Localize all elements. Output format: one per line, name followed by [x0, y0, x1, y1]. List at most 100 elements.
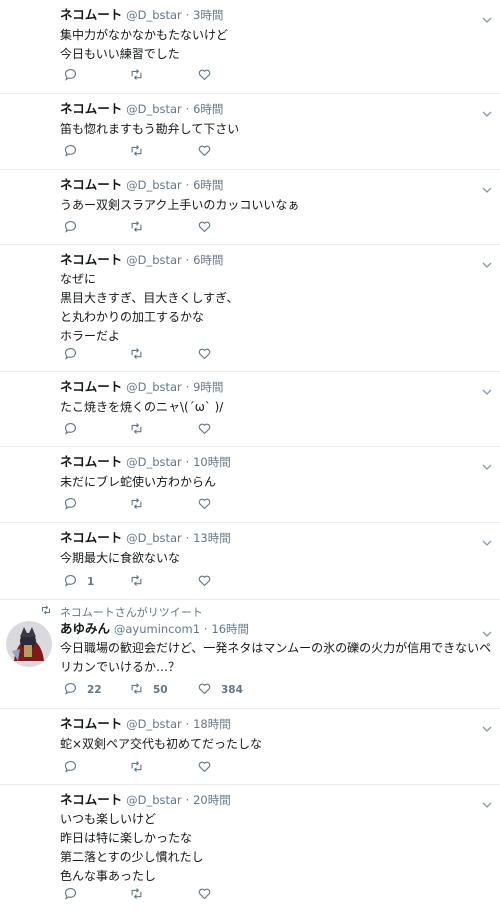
user-handle[interactable]: @D_bstar [126, 717, 182, 731]
tweet-text: うあー双剣スラアク上手いのカッコいいなぁ [60, 198, 300, 212]
separator-dot: · [185, 102, 190, 116]
retweet-button[interactable] [129, 574, 153, 590]
retweet-icon [129, 681, 144, 699]
retweet-button[interactable] [129, 144, 153, 160]
display-name[interactable]: ネコムート [60, 716, 122, 731]
chevron-down-icon[interactable] [482, 624, 492, 637]
reply-button[interactable] [63, 760, 87, 776]
timestamp[interactable]: 18時間 [193, 717, 231, 731]
display-name[interactable]: ネコムート [60, 7, 122, 22]
chevron-down-icon[interactable] [482, 104, 492, 117]
tweet-header: ネコムート @D_bstar · 18時間 [60, 715, 478, 733]
chevron-down-icon[interactable] [482, 10, 492, 23]
separator-dot: · [185, 178, 190, 192]
chevron-down-icon[interactable] [482, 533, 492, 546]
timestamp[interactable]: 16時間 [211, 622, 249, 636]
retweet-button[interactable] [129, 887, 153, 903]
reply-icon [63, 67, 78, 85]
timestamp[interactable]: 3時間 [193, 8, 223, 22]
display-name[interactable]: ネコムート [60, 792, 122, 807]
display-name[interactable]: ネコムート [60, 177, 122, 192]
reply-button[interactable] [63, 220, 87, 236]
tweet-text: 笛も惚れますもう勘弁して下さい [60, 122, 240, 136]
retweet-icon [129, 886, 144, 904]
tweet[interactable]: ネコムート @D_bstar · 6時間 うあー双剣スラアク上手いのカッコいいな… [0, 170, 500, 245]
reply-icon [63, 759, 78, 777]
like-button[interactable] [197, 574, 221, 590]
user-handle[interactable]: @D_bstar [126, 178, 182, 192]
timestamp[interactable]: 6時間 [193, 253, 223, 267]
chevron-down-icon[interactable] [482, 255, 492, 268]
chevron-down-icon[interactable] [482, 795, 492, 808]
user-handle[interactable]: @D_bstar [126, 793, 182, 807]
tweet[interactable]: ネコムート @D_bstar · 6時間 笛も惚れますもう勘弁して下さい [0, 94, 500, 170]
timestamp[interactable]: 10時間 [193, 455, 231, 469]
like-button[interactable] [197, 497, 221, 513]
like-button[interactable] [197, 422, 221, 438]
display-name[interactable]: ネコムート [60, 379, 122, 394]
display-name[interactable]: ネコムート [60, 454, 122, 469]
tweet[interactable]: ネコムート @D_bstar · 3時間 集中力がなかなかもたないけど 今日もい… [0, 0, 500, 94]
chevron-down-icon[interactable] [482, 719, 492, 732]
like-button[interactable] [197, 760, 221, 776]
user-handle[interactable]: @D_bstar [126, 531, 182, 545]
reply-button[interactable] [63, 422, 87, 438]
retweet-button[interactable] [129, 68, 153, 84]
reply-button[interactable]: 1 [63, 574, 94, 590]
tweet-text: 今期最大に食欲ないな [60, 551, 181, 565]
retweet-icon [129, 143, 144, 161]
tweet[interactable]: ネコムート @D_bstar · 10時間 未だにブレ蛇使い方わからん [0, 447, 500, 523]
separator-dot: · [185, 8, 190, 22]
timestamp[interactable]: 13時間 [193, 531, 231, 545]
like-button[interactable] [197, 68, 221, 84]
like-button[interactable] [197, 347, 221, 363]
retweet-button[interactable]: 50 [129, 682, 168, 698]
like-button[interactable] [197, 144, 221, 160]
chevron-down-icon[interactable] [482, 180, 492, 193]
retweet-context[interactable]: ネコムートさんがリツイート [40, 604, 203, 619]
avatar[interactable] [6, 621, 52, 667]
reply-button[interactable]: 22 [63, 682, 102, 698]
user-handle[interactable]: @D_bstar [126, 8, 182, 22]
chevron-down-icon[interactable] [482, 457, 492, 470]
action-bar [60, 887, 360, 903]
timestamp[interactable]: 6時間 [193, 102, 223, 116]
reply-button[interactable] [63, 347, 87, 363]
timestamp[interactable]: 6時間 [193, 178, 223, 192]
user-handle[interactable]: @D_bstar [126, 253, 182, 267]
retweet-button[interactable] [129, 760, 153, 776]
display-name[interactable]: ネコムート [60, 530, 122, 545]
user-handle[interactable]: @D_bstar [126, 380, 182, 394]
tweet[interactable]: ネコムート @D_bstar · 9時間 たこ焼きを焼くのニャ\(´ω` )/ [0, 372, 500, 447]
display-name[interactable]: あゆみん [60, 621, 110, 636]
retweet-count: 50 [153, 684, 168, 696]
tweet[interactable]: ネコムート @D_bstar · 6時間 なぜに 黒目大きすぎ、目大きくしすぎ、… [0, 245, 500, 372]
reply-button[interactable] [63, 497, 87, 513]
retweet-button[interactable] [129, 347, 153, 363]
user-handle[interactable]: @D_bstar [126, 102, 182, 116]
like-button[interactable] [197, 220, 221, 236]
tweet[interactable]: ネコムート @D_bstar · 13時間 今期最大に食欲ないな 1 [0, 523, 500, 600]
display-name[interactable]: ネコムート [60, 252, 122, 267]
reply-icon [63, 219, 78, 237]
timestamp[interactable]: 20時間 [193, 793, 231, 807]
like-button[interactable] [197, 887, 221, 903]
tweet-text: たこ焼きを焼くのニャ\(´ω` )/ [60, 400, 224, 414]
reply-button[interactable] [63, 68, 87, 84]
like-button[interactable]: 384 [197, 682, 243, 698]
separator-dot: · [185, 793, 190, 807]
retweet-button[interactable] [129, 422, 153, 438]
tweet[interactable]: ネコムート @D_bstar · 20時間 いつも楽しいけど 昨日は特に楽しかっ… [0, 785, 500, 910]
reply-button[interactable] [63, 887, 87, 903]
reply-button[interactable] [63, 144, 87, 160]
tweet[interactable]: ネコムート @D_bstar · 18時間 蛇×双剣ペア交代も初めてだったしな [0, 709, 500, 785]
user-handle[interactable]: @ayumincom1 [114, 622, 200, 636]
display-name[interactable]: ネコムート [60, 101, 122, 116]
action-bar [60, 144, 360, 160]
user-handle[interactable]: @D_bstar [126, 455, 182, 469]
timestamp[interactable]: 9時間 [193, 380, 223, 394]
chevron-down-icon[interactable] [482, 382, 492, 395]
retweet-button[interactable] [129, 220, 153, 236]
tweet[interactable]: ネコムートさんがリツイート あゆみん @ayumincom1 · 16時間 今日… [0, 600, 500, 709]
retweet-button[interactable] [129, 497, 153, 513]
